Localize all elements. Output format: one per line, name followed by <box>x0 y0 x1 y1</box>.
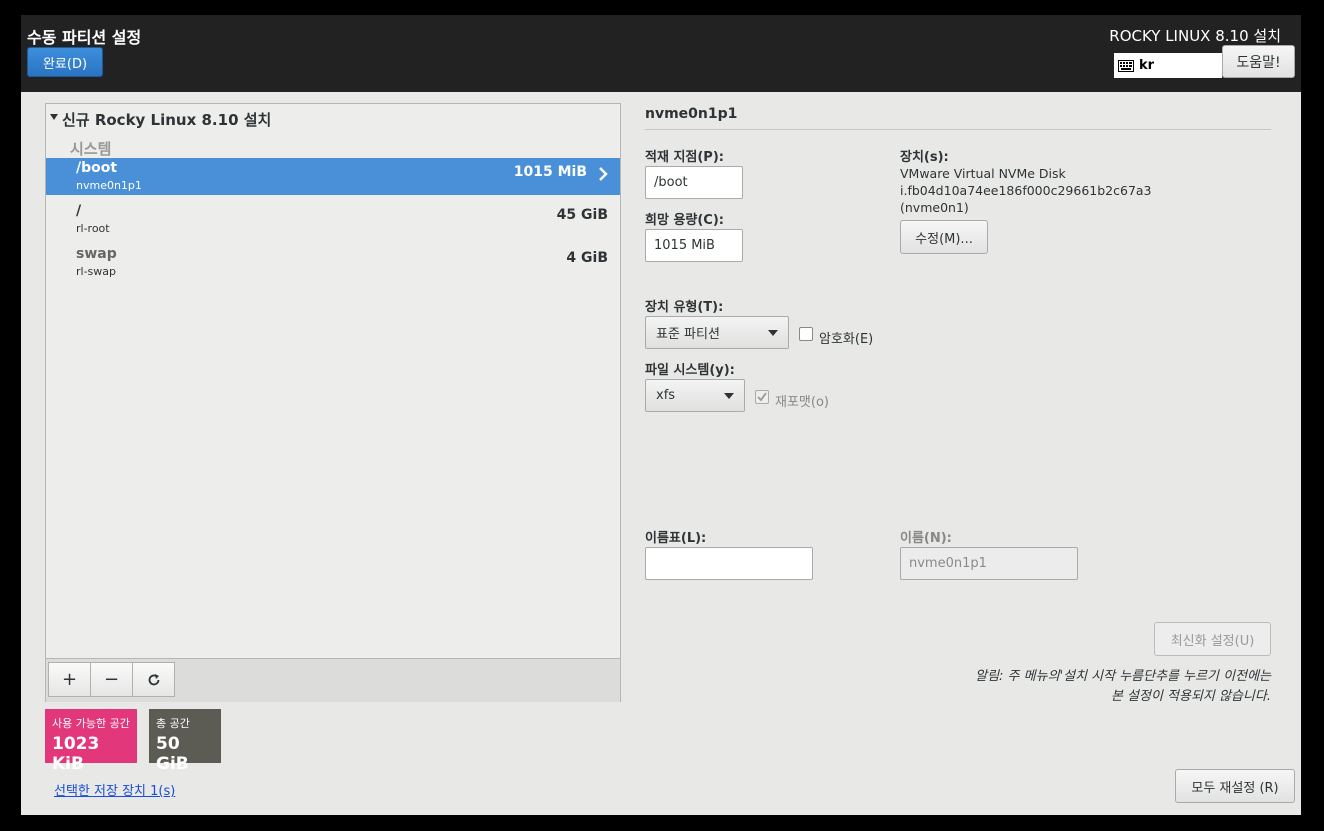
system-group-label: 시스템 <box>70 140 112 158</box>
refresh-icon <box>148 673 159 685</box>
install-group-title[interactable]: 신규 Rocky Linux 8.10 설치 <box>62 109 271 130</box>
mount-size: 1015 MiB <box>513 164 587 180</box>
mount-row-boot[interactable]: /boot nvme0n1p1 1015 MiB <box>46 158 620 195</box>
device-id: i.fb04d10a74ee186f000c29661b2c67a3 <box>900 183 1152 198</box>
selected-storage-link[interactable]: 선택한 저장 장치 1(s) <box>54 780 175 799</box>
filesystem-label: 파일 시스템(y): <box>645 363 735 378</box>
keyboard-layout-indicator[interactable]: kr <box>1114 53 1222 78</box>
mount-name: / <box>76 203 82 219</box>
encrypt-checkbox[interactable] <box>799 327 813 341</box>
device-model: VMware Virtual NVMe Disk <box>900 166 1066 181</box>
device-type-dropdown[interactable]: 표준 파티션 <box>645 316 789 349</box>
note-line-1: 알림: 주 메뉴의'설치 시작 누름단추를 누르기 이전에는 <box>975 669 1271 684</box>
reformat-checkbox[interactable] <box>755 390 769 404</box>
help-button[interactable]: 도움말! <box>1222 45 1295 78</box>
devices-label: 장치(s): <box>900 150 949 165</box>
mount-point-field[interactable]: /boot <box>645 166 743 199</box>
keyboard-layout-label: kr <box>1139 58 1155 73</box>
note-line-2: 본 설정이 적용되지 않습니다. <box>1110 689 1271 704</box>
encrypt-label[interactable]: 암호화(E) <box>819 328 873 347</box>
mount-row-root[interactable]: / rl-root 45 GiB <box>46 201 620 238</box>
mount-point-list-panel: 신규 Rocky Linux 8.10 설치 시스템 /boot nvme0n1… <box>45 103 621 702</box>
name-field: nvme0n1p1 <box>900 547 1078 580</box>
mount-toolbar: + − <box>46 658 620 702</box>
device-name: (nvme0n1) <box>900 200 969 215</box>
page-title: 수동 파티션 설정 <box>27 28 142 47</box>
chevron-down-icon <box>768 330 778 336</box>
modify-button[interactable]: 수정(M)... <box>900 220 988 254</box>
divider <box>645 129 1271 130</box>
total-space-label: 총 공간 <box>156 717 190 730</box>
total-space-value: 50 GiB <box>156 734 189 774</box>
partition-title: nvme0n1p1 <box>645 106 738 122</box>
name-field-label: 이름(N): <box>900 531 952 546</box>
reformat-label: 재포맷(o) <box>775 395 829 410</box>
label-field[interactable] <box>645 547 813 580</box>
add-mount-button[interactable]: + <box>48 662 91 697</box>
mount-point-label: 적재 지점(P): <box>645 150 724 165</box>
checkmark-icon <box>757 392 767 402</box>
product-title: ROCKY LINUX 8.10 설치 <box>1109 27 1281 45</box>
mount-device: rl-root <box>76 222 110 235</box>
desired-capacity-field[interactable]: 1015 MiB <box>645 229 743 262</box>
refresh-button[interactable] <box>132 662 175 697</box>
available-space-label: 사용 가능한 공간 <box>52 717 130 730</box>
mount-name: /boot <box>76 160 118 176</box>
update-settings-button[interactable]: 최신화 설정(U) <box>1154 622 1271 656</box>
device-type-value: 표준 파티션 <box>656 327 720 342</box>
main-content: 신규 Rocky Linux 8.10 설치 시스템 /boot nvme0n1… <box>21 92 1301 815</box>
label-field-label: 이름표(L): <box>645 531 707 546</box>
expander-arrow-icon[interactable] <box>50 114 58 120</box>
mount-device: nvme0n1p1 <box>76 179 142 192</box>
done-button[interactable]: 완료(D) <box>27 47 103 77</box>
filesystem-value: xfs <box>656 388 676 403</box>
mount-row-swap[interactable]: swap rl-swap 4 GiB <box>46 244 620 281</box>
total-space-box: 총 공간 50 GiB <box>149 709 221 774</box>
device-type-label: 장치 유형(T): <box>645 300 724 315</box>
chevron-right-icon <box>599 167 608 181</box>
mount-name: swap <box>76 246 117 262</box>
mount-device: rl-swap <box>76 265 116 278</box>
reset-all-button[interactable]: 모두 재설정 (R) <box>1175 769 1295 803</box>
available-space-value: 1023 KiB <box>52 734 100 774</box>
desired-capacity-label: 희망 용량(C): <box>645 213 724 228</box>
keyboard-icon <box>1118 59 1134 72</box>
mount-size: 45 GiB <box>556 207 608 223</box>
chevron-down-icon <box>724 393 734 399</box>
mount-size: 4 GiB <box>566 250 608 266</box>
remove-mount-button[interactable]: − <box>90 662 133 697</box>
available-space-box: 사용 가능한 공간 1023 KiB <box>45 709 137 774</box>
header-bar: 수동 파티션 설정 완료(D) ROCKY LINUX 8.10 설치 kr 도… <box>21 15 1301 92</box>
filesystem-dropdown[interactable]: xfs <box>645 379 745 412</box>
